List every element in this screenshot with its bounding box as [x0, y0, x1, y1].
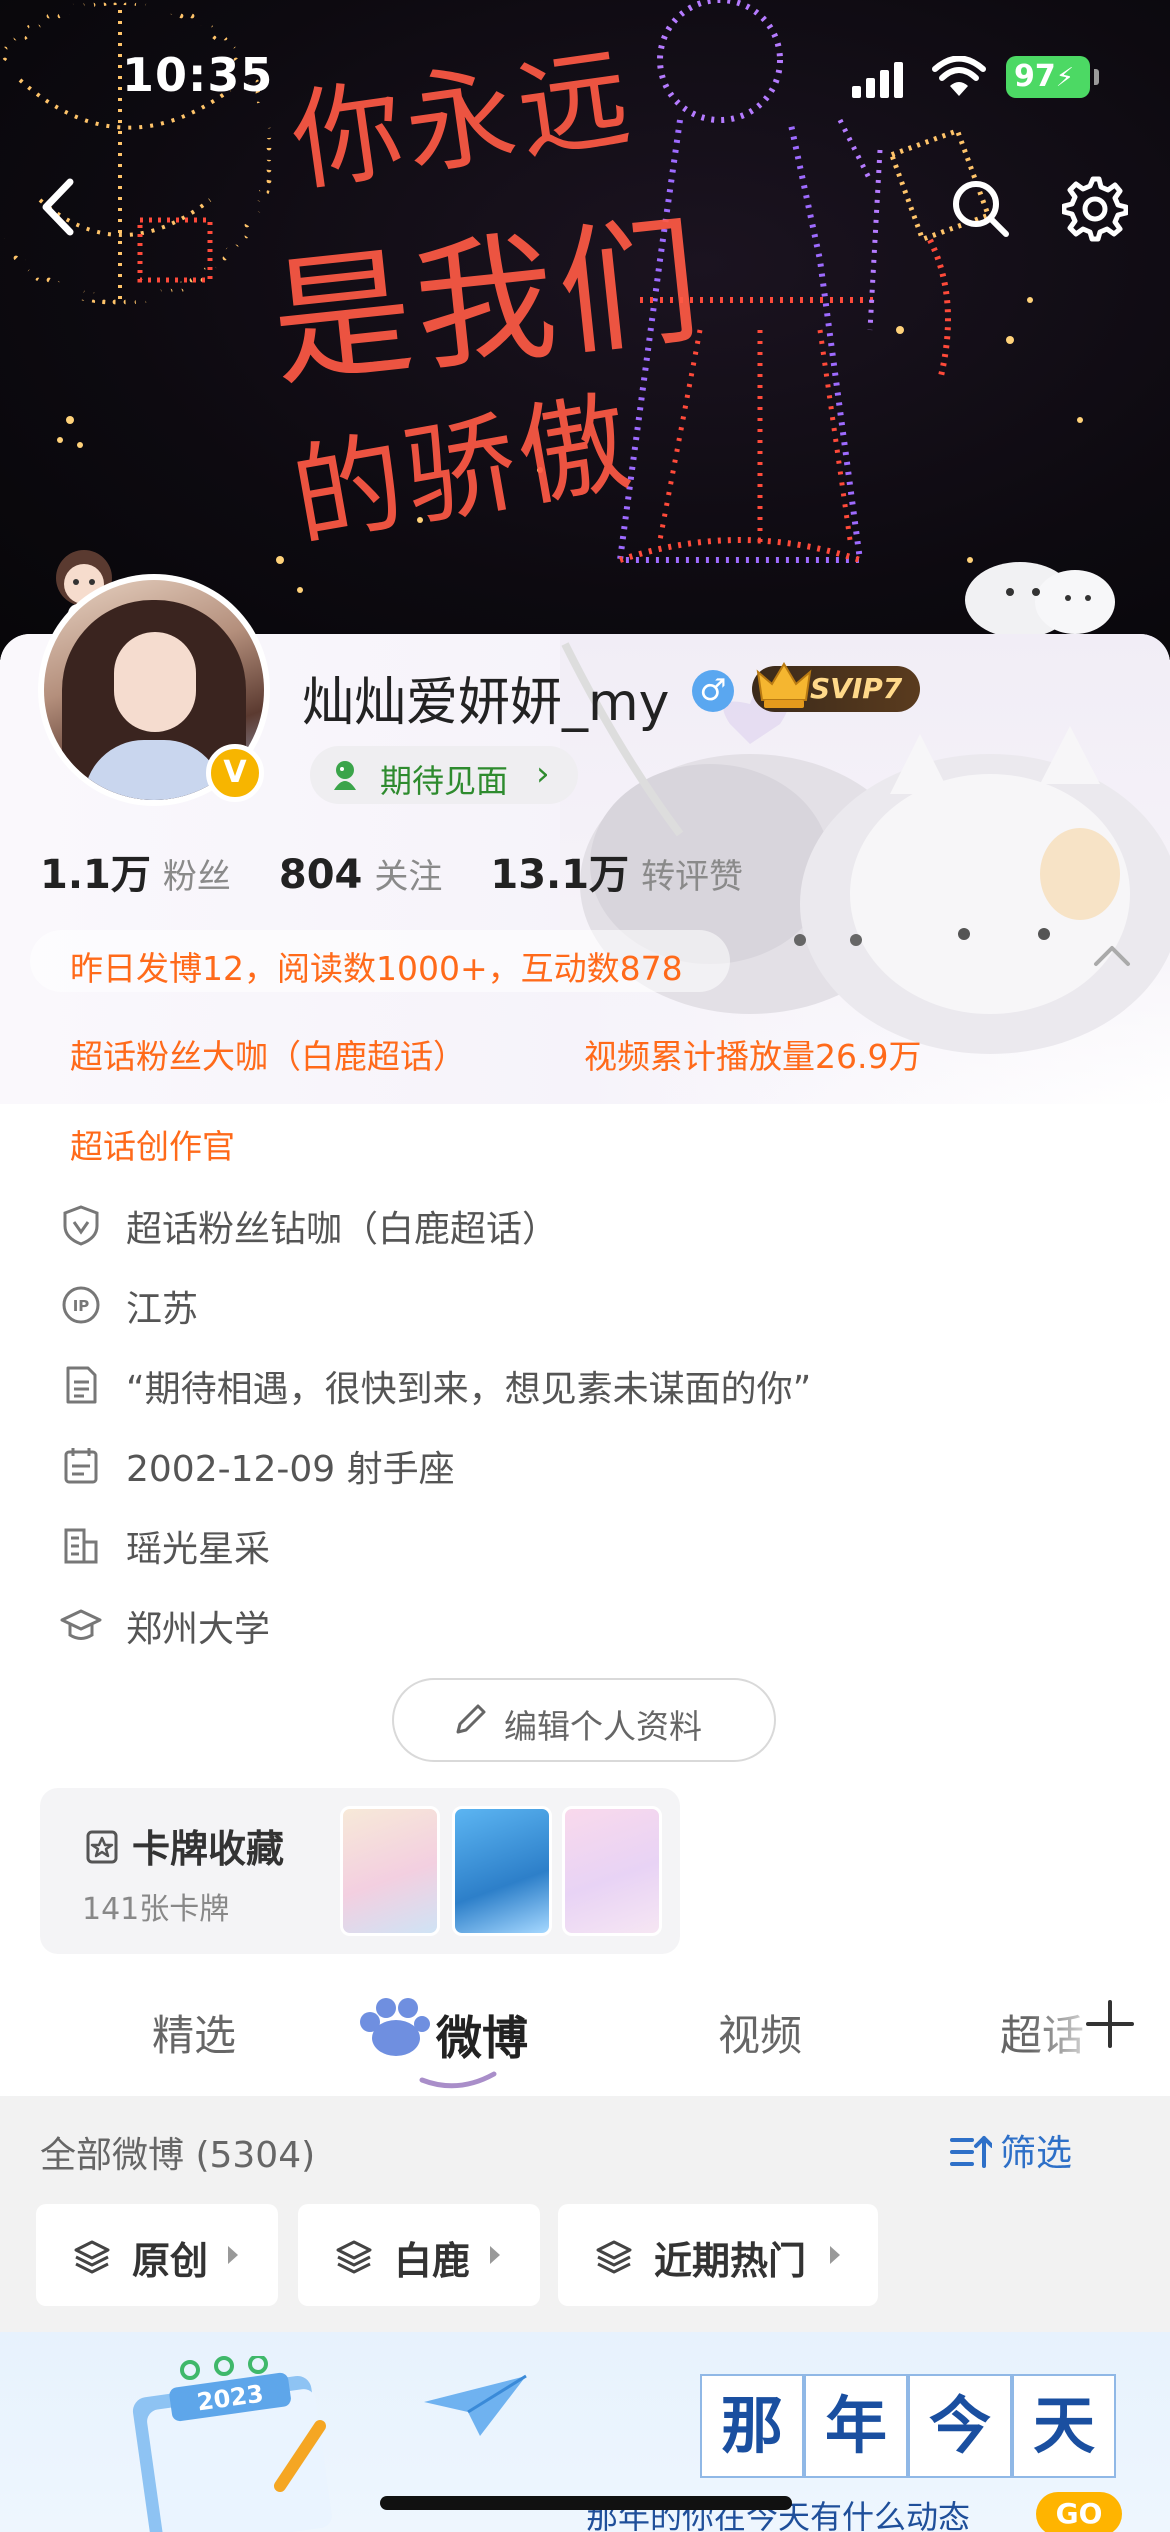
document-icon — [66, 1366, 97, 1404]
gear-icon[interactable] — [1062, 176, 1128, 242]
memories-word-2: 年 — [804, 2374, 908, 2478]
home-indicator[interactable] — [380, 2496, 792, 2510]
info-ip-text: 江苏 — [126, 1289, 199, 1330]
stat-value: 1.1万 — [40, 852, 151, 898]
cellular-signal-icon — [852, 62, 903, 98]
caret-right-icon — [830, 2246, 840, 2264]
caret-right-icon — [490, 2246, 500, 2264]
crown-icon — [756, 662, 812, 708]
paper-plane-icon — [424, 2374, 527, 2436]
profile-tabs: 精选 微博 视频 超话 — [0, 1964, 1170, 2096]
info-birthday-text: 2002-12-09 射手座 — [126, 1449, 455, 1490]
pencil-icon — [456, 1704, 486, 1734]
highlight-fan-title[interactable]: 超话粉丝大咖（白鹿超话） — [70, 1030, 466, 1078]
memories-word-4: 天 — [1012, 2374, 1116, 2478]
tab-weibo[interactable]: 微博 — [436, 2002, 528, 2068]
status-pill[interactable]: 期待见面 › — [310, 746, 578, 804]
chip-original[interactable]: 原创 — [36, 2204, 278, 2306]
stat-label: 关注 — [374, 857, 443, 897]
stat-label: 转评赞 — [641, 857, 744, 897]
calendar-illustration-icon: 2023 — [132, 2356, 332, 2532]
wifi-icon — [932, 56, 986, 96]
gender-male-icon: ♂ — [692, 670, 734, 712]
svip-label: SVIP7 — [810, 672, 903, 705]
caret-right-icon — [228, 2246, 238, 2264]
filter-button[interactable]: 筛选 — [1000, 2124, 1072, 2176]
chevron-up-icon[interactable] — [1090, 940, 1134, 970]
stat-followers[interactable]: 1.1万 粉丝 — [40, 852, 279, 898]
tab-video[interactable]: 视频 — [718, 2002, 802, 2063]
stat-likes[interactable]: 13.1万 转评赞 — [490, 852, 791, 898]
layers-icon — [596, 2240, 632, 2274]
back-icon[interactable] — [30, 172, 90, 242]
graduation-cap-icon — [60, 1609, 102, 1640]
cat-sticker-icon — [965, 562, 1115, 638]
edit-profile-button[interactable]: 编辑个人资料 — [392, 1678, 776, 1762]
battery-level: 97 — [1014, 59, 1056, 94]
feed-count: 全部微博 (5304) — [40, 2135, 316, 2176]
chip-recent-hot-label: 近期热门 — [654, 2239, 807, 2283]
info-badge-text: 超话粉丝钻咖（白鹿超话） — [126, 1209, 559, 1250]
ip-location-icon: IP — [62, 1286, 100, 1324]
highlight-video-plays[interactable]: 视频累计播放量26.9万 — [584, 1030, 921, 1078]
status-bar: 10:35 97⚡ — [0, 0, 1170, 150]
filter-icon[interactable] — [948, 2132, 992, 2172]
memories-word-1: 那 — [700, 2374, 804, 2478]
building-icon — [64, 1528, 98, 1564]
profile-stats: 1.1万 粉丝 804 关注 13.1万 转评赞 — [40, 842, 791, 900]
card-collection-title: 卡牌收藏 — [132, 1827, 285, 1871]
tab-featured[interactable]: 精选 — [152, 2002, 236, 2063]
status-pill-label: 期待见面 — [380, 762, 509, 800]
username: 灿灿爱妍妍_my — [302, 673, 670, 733]
calendar-icon — [64, 1448, 98, 1484]
highlight-yesterday[interactable]: 昨日发博12，阅读数1000+，互动数878 — [70, 942, 683, 990]
collected-card-3[interactable] — [562, 1806, 662, 1936]
memories-word-3: 今 — [908, 2374, 1012, 2478]
info-company-text: 瑶光星采 — [126, 1529, 271, 1570]
chip-bailu-label: 白鹿 — [394, 2239, 471, 2283]
tab-active-indicator — [419, 2071, 497, 2089]
plus-icon[interactable] — [1082, 1996, 1138, 2052]
card-collection-count: 141张卡牌 — [82, 1892, 230, 1927]
chevron-right-icon: › — [536, 754, 550, 794]
chip-recent-hot[interactable]: 近期热门 — [558, 2204, 878, 2306]
highlight-creator[interactable]: 超话创作官 — [70, 1120, 235, 1168]
shield-icon — [63, 1205, 99, 1246]
info-bio-text: “期待相遇，很快到来，想见素未谋面的你” — [126, 1369, 812, 1410]
status-time: 10:35 — [122, 48, 274, 102]
layers-icon — [74, 2240, 110, 2274]
stat-following[interactable]: 804 关注 — [279, 852, 491, 898]
svip-badge[interactable]: SVIP7 — [752, 662, 921, 712]
edit-profile-label: 编辑个人资料 — [504, 1707, 702, 1746]
feed-header: 全部微博 (5304) 筛选 原创 白鹿 近期热门 — [0, 2096, 1170, 2332]
paw-icon — [360, 1998, 430, 2056]
collected-card-1[interactable] — [340, 1806, 440, 1936]
mascot-icon — [334, 761, 356, 790]
verified-badge-icon: V — [206, 744, 264, 802]
card-collection[interactable]: 卡牌收藏 141张卡牌 — [40, 1788, 680, 1954]
collected-card-2[interactable] — [452, 1806, 552, 1936]
info-school-text: 郑州大学 — [126, 1609, 271, 1650]
chip-bailu[interactable]: 白鹿 — [298, 2204, 540, 2306]
stat-value: 13.1万 — [490, 852, 630, 898]
search-icon[interactable] — [948, 176, 1012, 240]
stat-label: 粉丝 — [162, 857, 231, 897]
svg-text:IP: IP — [73, 1297, 90, 1315]
stat-value: 804 — [278, 852, 363, 898]
layers-icon — [336, 2240, 372, 2274]
card-star-icon — [86, 1830, 118, 1864]
battery-indicator: 97⚡ — [1006, 56, 1099, 98]
chip-original-label: 原创 — [132, 2239, 209, 2283]
memories-go-button[interactable]: GO — [1036, 2492, 1122, 2532]
